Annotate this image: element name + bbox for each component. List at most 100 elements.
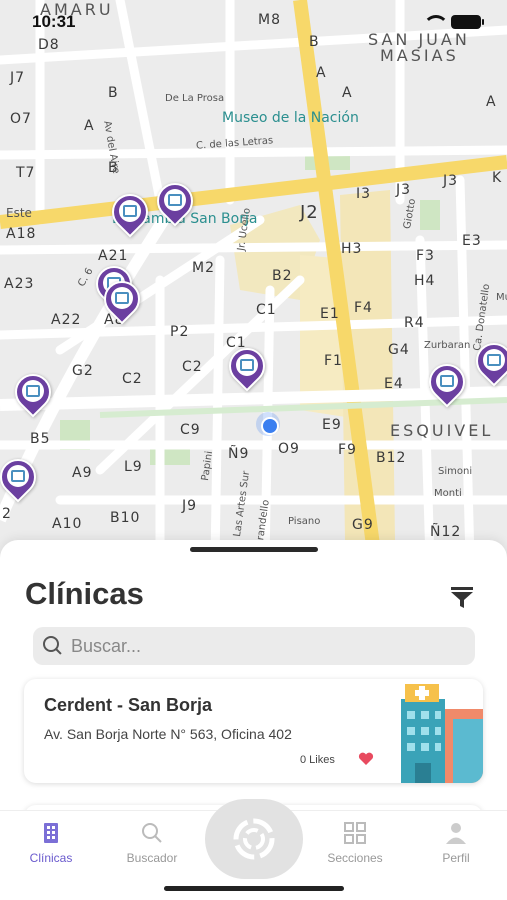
map-block-label: C2 (122, 371, 143, 387)
map-block-label: Ñ12 (430, 524, 462, 540)
map-block-label: A (84, 118, 95, 134)
map-street-label: Zurbaran (424, 340, 471, 351)
search-icon (43, 636, 63, 656)
map-block-label: C1 (256, 302, 277, 318)
map-block-label: F3 (416, 248, 435, 264)
map-block-label: E3 (462, 233, 482, 249)
map-district-label: MASIAS (380, 46, 459, 65)
map-block-label: A (316, 65, 327, 81)
filter-icon (451, 587, 473, 608)
map-block-label: O7 (10, 111, 32, 127)
sheet-grabber[interactable] (190, 547, 318, 552)
map-block-label: G4 (388, 342, 410, 358)
map-street-label: Este (6, 206, 32, 220)
tab-bar: Clínicas Buscador Secciones Perfil (0, 799, 507, 900)
map-block-label: R4 (404, 315, 425, 331)
map-block-label: 2 (2, 506, 12, 522)
map-block-label: J3 (443, 173, 459, 189)
filter-button[interactable] (447, 584, 477, 610)
map-block-label: P2 (170, 324, 190, 340)
battery-icon (451, 15, 484, 29)
map-block-label: G9 (352, 517, 374, 533)
grid-icon (343, 821, 367, 845)
map-block-label: J9 (182, 498, 198, 514)
wifi-icon (423, 15, 449, 29)
tab-buscador[interactable]: Buscador (112, 821, 192, 865)
map-street-label: Monti (434, 488, 462, 499)
tab-label: Clínicas (29, 851, 73, 865)
map-block-label: F4 (354, 300, 373, 316)
map-district-label: ESQUIVEL (390, 421, 494, 440)
page-title: Clínicas (25, 576, 144, 611)
map-block-label: C9 (180, 422, 201, 438)
search-icon (140, 821, 164, 845)
heart-icon[interactable] (358, 752, 374, 766)
map-street-label: Mu (496, 292, 507, 303)
tab-label: Perfil (442, 851, 470, 865)
center-action-button[interactable] (205, 799, 303, 879)
map-block-label: E1 (320, 306, 340, 322)
user-location-dot (256, 412, 280, 436)
map-block-label: J3 (396, 182, 412, 198)
clinic-marker[interactable] (221, 340, 273, 396)
map-block-label: A (486, 94, 497, 110)
map-block-label: A (342, 85, 353, 101)
map-street-label: De La Prosa (165, 93, 225, 104)
map-block-label: H3 (341, 241, 363, 257)
tab-clinicas[interactable]: Clínicas (11, 821, 91, 865)
tab-perfil[interactable]: Perfil (416, 821, 496, 865)
status-bar: 10:31 (0, 0, 507, 44)
search-input[interactable] (71, 635, 451, 657)
map-block-label: B (108, 85, 119, 101)
map-view[interactable]: AMARU SAN JUAN MASIAS ESQUIVEL D8 M8 B A… (0, 0, 507, 560)
clinic-address: Av. San Borja Norte N° 563, Oficina 402 (44, 726, 292, 742)
map-block-label: F1 (324, 353, 343, 369)
map-street-label: Simoni (438, 466, 473, 477)
search-bar[interactable] (33, 627, 475, 665)
map-block-label: A9 (72, 465, 93, 481)
map-block-label: F9 (338, 442, 357, 458)
clinic-marker[interactable] (0, 451, 44, 507)
clinic-likes: 0 Likes (300, 754, 335, 766)
map-block-label: B2 (272, 268, 293, 284)
map-block-label: A10 (52, 516, 83, 532)
map-block-label: B12 (376, 450, 407, 466)
map-block-label: E9 (322, 417, 342, 433)
tab-label: Secciones (327, 851, 383, 865)
map-block-label: M2 (192, 260, 215, 276)
map-block-label: Ñ9 (228, 446, 250, 462)
clinic-marker[interactable] (96, 273, 148, 329)
map-block-label: L9 (124, 459, 143, 475)
map-block-label: H4 (414, 273, 436, 289)
clinic-name: Cerdent - San Borja (44, 695, 213, 715)
map-block-label: O9 (278, 441, 300, 457)
map-poi-label: Museo de la Nación (222, 110, 359, 126)
map-block-label: C2 (182, 359, 203, 375)
clinic-marker[interactable] (104, 186, 156, 242)
map-block-label: I3 (356, 186, 372, 202)
radar-icon (233, 818, 275, 860)
clinic-marker[interactable] (421, 356, 473, 412)
person-icon (444, 821, 468, 845)
clinic-marker[interactable] (468, 335, 507, 391)
building-icon (39, 821, 63, 845)
map-block-label: A21 (98, 248, 129, 264)
map-street-label: Pisano (288, 516, 321, 527)
clinic-marker[interactable] (149, 175, 201, 231)
tab-secciones[interactable]: Secciones (315, 821, 395, 865)
map-block-label: G2 (72, 363, 94, 379)
map-block-label: J7 (10, 70, 26, 86)
map-block-label: J2 (300, 202, 319, 223)
tab-label: Buscador (126, 851, 178, 865)
clinic-building-image (395, 679, 483, 783)
map-block-label: E4 (384, 376, 404, 392)
map-block-label: B5 (30, 431, 51, 447)
map-block-label: A23 (4, 276, 35, 292)
home-indicator (164, 886, 344, 891)
map-block-label: B10 (110, 510, 141, 526)
clinic-card[interactable]: Cerdent - San Borja Av. San Borja Norte … (24, 679, 483, 783)
map-block-label: T7 (16, 165, 36, 181)
map-block-label: A22 (51, 312, 82, 328)
clinic-marker[interactable] (7, 366, 59, 422)
status-time: 10:31 (32, 12, 76, 31)
